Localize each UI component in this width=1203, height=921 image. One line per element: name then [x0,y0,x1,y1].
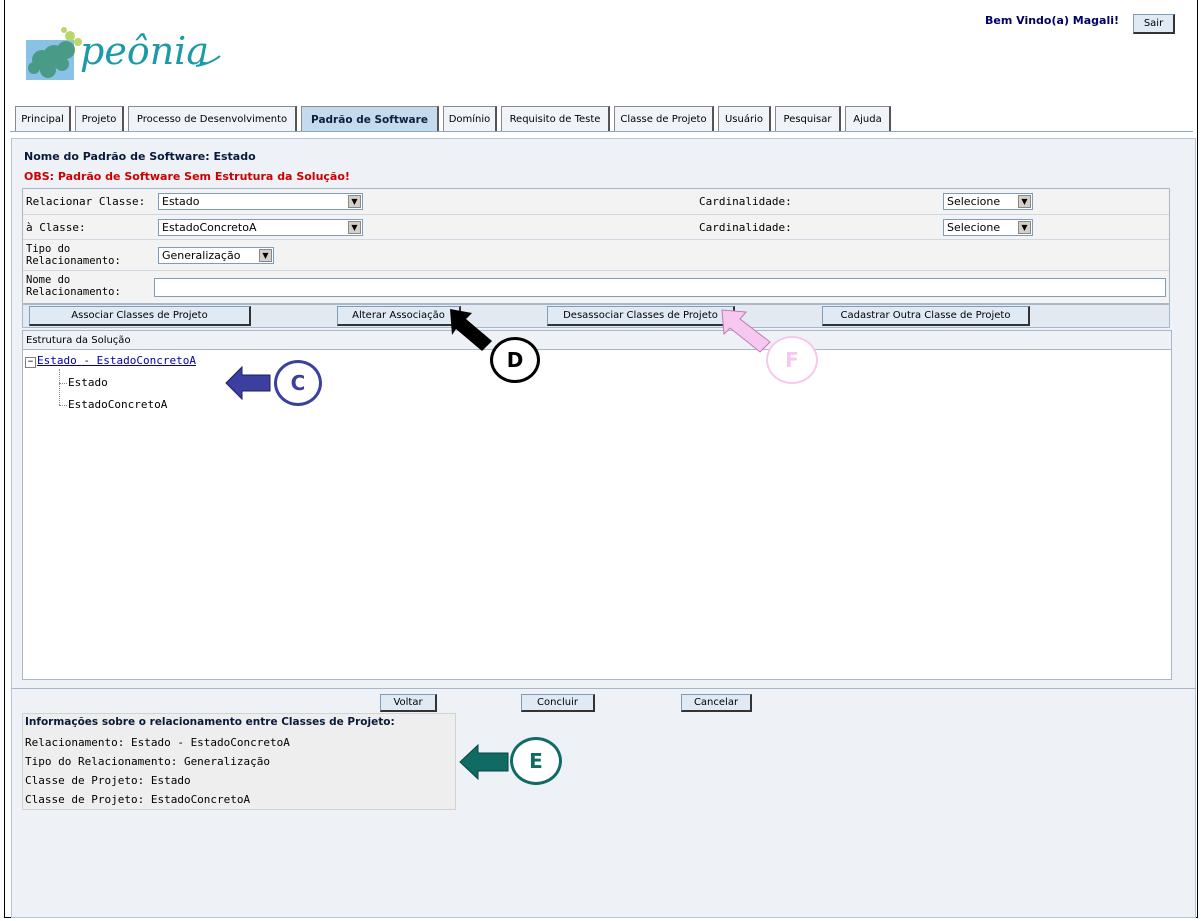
to-class-value: EstadoConcretoA [162,221,257,234]
logout-button[interactable]: Sair [1133,14,1175,34]
annotation-arrow-c-icon [225,365,271,401]
form-row-to-class: à Classe: EstadoConcretoA ▼ Cardinalidad… [23,215,1169,240]
annotation-e: E [510,737,562,785]
tree-child-node[interactable]: Estado [68,376,108,389]
tree-connector [59,369,61,405]
cancel-button[interactable]: Cancelar [681,694,752,712]
chevron-down-icon: ▼ [1018,221,1031,234]
annotation-arrow-e-icon [459,743,509,781]
tree-child-node[interactable]: EstadoConcretoA [68,398,167,411]
cardinality1-select[interactable]: Selecione ▼ [943,193,1033,210]
relation-name-input[interactable] [154,278,1166,297]
relationship-form: Relacionar Classe: Estado ▼ Cardinalidad… [22,188,1170,304]
tab-processo[interactable]: Processo de Desenvolvimento [128,106,297,132]
tree-connector [59,383,67,384]
chevron-down-icon: ▼ [259,249,272,262]
info-line: Classe de Projeto: Estado [25,774,191,787]
tree-header: Estrutura da Solução [23,331,1171,350]
info-title: Informações sobre o relacionamento entre… [25,716,395,728]
annotation-c: C [274,360,322,406]
annotation-arrow-d-icon [450,309,492,351]
tab-ajuda[interactable]: Ajuda [845,106,891,132]
annotation-arrow-f-icon [721,309,771,353]
chevron-down-icon: ▼ [1018,195,1031,208]
relate-class-value: Estado [162,195,200,208]
form-row-relate: Relacionar Classe: Estado ▼ Cardinalidad… [23,189,1169,215]
cardinality2-value: Selecione [947,221,1001,234]
relation-type-label: Tipo do Relacionamento: [26,243,121,267]
relate-class-select[interactable]: Estado ▼ [158,193,363,210]
peonia-logo: peônia [20,12,260,84]
annotation-d: D [490,337,540,383]
logo-text: peônia [80,29,209,73]
separator-line [11,688,1196,689]
back-button[interactable]: Voltar [380,694,437,712]
tab-pesquisar[interactable]: Pesquisar [775,106,841,132]
relation-name-label: Nome do Relacionamento: [26,274,121,298]
disassociate-button[interactable]: Desassociar Classes de Projeto [547,306,735,326]
tab-underline [10,131,1193,132]
tab-classe-projeto[interactable]: Classe de Projeto [614,106,714,132]
annotation-f: F [766,336,818,384]
tab-dominio[interactable]: Domínio [443,106,497,132]
tree-root-node[interactable]: − Estado - EstadoConcretoA [23,354,196,368]
relationship-info-box: Informações sobre o relacionamento entre… [22,713,456,810]
solution-tree: Estrutura da Solução − Estado - EstadoCon… [22,330,1172,680]
cardinality1-value: Selecione [947,195,1001,208]
tab-requisito-teste[interactable]: Requisito de Teste [501,106,610,132]
collapse-icon[interactable]: − [25,357,36,368]
relate-class-label: Relacionar Classe: [26,195,146,208]
warning-text: OBS: Padrão de Software Sem Estrutura da… [24,170,350,183]
chevron-down-icon: ▼ [348,221,361,234]
to-class-label: à Classe: [26,221,86,234]
tab-padrao-software[interactable]: Padrão de Software [301,106,439,132]
cardinality1-label: Cardinalidade: [699,195,792,208]
form-row-type: Tipo do Relacionamento: Generalização ▼ [23,240,1169,271]
info-line: Tipo do Relacionamento: Generalização [25,755,271,768]
register-class-button[interactable]: Cadastrar Outra Classe de Projeto [822,306,1030,326]
finish-button[interactable]: Concluir [521,694,595,712]
chevron-down-icon: ▼ [348,195,361,208]
info-line: Classe de Projeto: EstadoConcretoA [25,793,251,806]
relation-type-value: Generalização [162,249,241,262]
tab-principal[interactable]: Principal [15,106,71,132]
pattern-name-title: Nome do Padrão de Software: Estado [24,150,256,163]
alter-association-button[interactable]: Alterar Associação [337,306,461,326]
tree-connector [59,405,67,406]
associate-button[interactable]: Associar Classes de Projeto [29,306,251,326]
tab-usuario[interactable]: Usuário [718,106,771,132]
relation-type-select[interactable]: Generalização ▼ [158,247,274,264]
tree-root-label: Estado - EstadoConcretoA [37,354,196,367]
cardinality2-select[interactable]: Selecione ▼ [943,219,1033,236]
form-row-name: Nome do Relacionamento: [23,271,1169,303]
info-line: Relacionamento: Estado - EstadoConcretoA [25,736,290,749]
to-class-select[interactable]: EstadoConcretoA ▼ [158,219,363,236]
tab-projeto[interactable]: Projeto [75,106,124,132]
cardinality2-label: Cardinalidade: [699,221,792,234]
welcome-text: Bem Vindo(a) Magali! [985,14,1120,27]
